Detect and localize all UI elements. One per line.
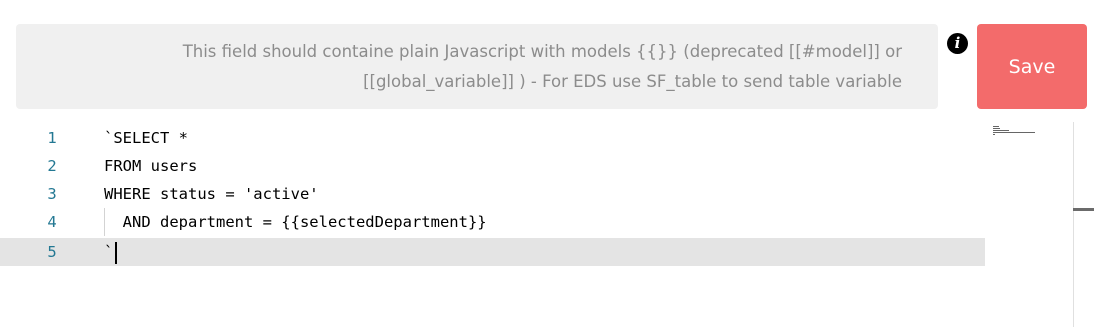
code-line-4[interactable]: 4 AND department = {{selectedDepartment}… [0,208,985,236]
minimap-line [993,132,1035,133]
hint-box: This field should containe plain Javascr… [16,24,938,109]
code-text[interactable]: `SELECT * [104,124,188,152]
code-text[interactable]: ` [104,238,113,266]
minimap-line [993,130,1009,131]
line-number: 3 [47,185,57,203]
minimap-line [993,126,999,127]
save-button[interactable]: Save [977,24,1087,109]
code-editor[interactable]: 1 `SELECT * 2 FROM users 3 WHERE status … [0,122,1098,327]
minimap-line [993,128,1000,129]
code-text[interactable]: WHERE status = 'active' [104,180,319,208]
code-line-2[interactable]: 2 FROM users [0,152,985,180]
line-number: 4 [47,213,57,231]
vertical-scrollbar[interactable] [1073,122,1074,327]
line-number: 2 [47,157,57,175]
code-line-5-active[interactable]: 5 ` [0,238,985,266]
minimap[interactable] [993,126,1035,135]
hint-text-line-2: [[global_variable]] ) - For EDS use SF_t… [363,71,902,91]
line-number: 1 [47,129,57,147]
hint-text-line-1: This field should containe plain Javascr… [182,41,902,61]
code-line-1[interactable]: 1 `SELECT * [0,124,985,152]
line-number: 5 [47,243,57,261]
code-text[interactable]: AND department = {{selectedDepartment}} [104,208,487,236]
info-icon[interactable]: i [947,33,968,54]
code-text[interactable]: FROM users [104,152,197,180]
scrollbar-cursor-marker [1073,208,1094,211]
code-line-3[interactable]: 3 WHERE status = 'active' [0,180,985,208]
text-cursor [115,242,117,264]
minimap-line [993,134,995,135]
